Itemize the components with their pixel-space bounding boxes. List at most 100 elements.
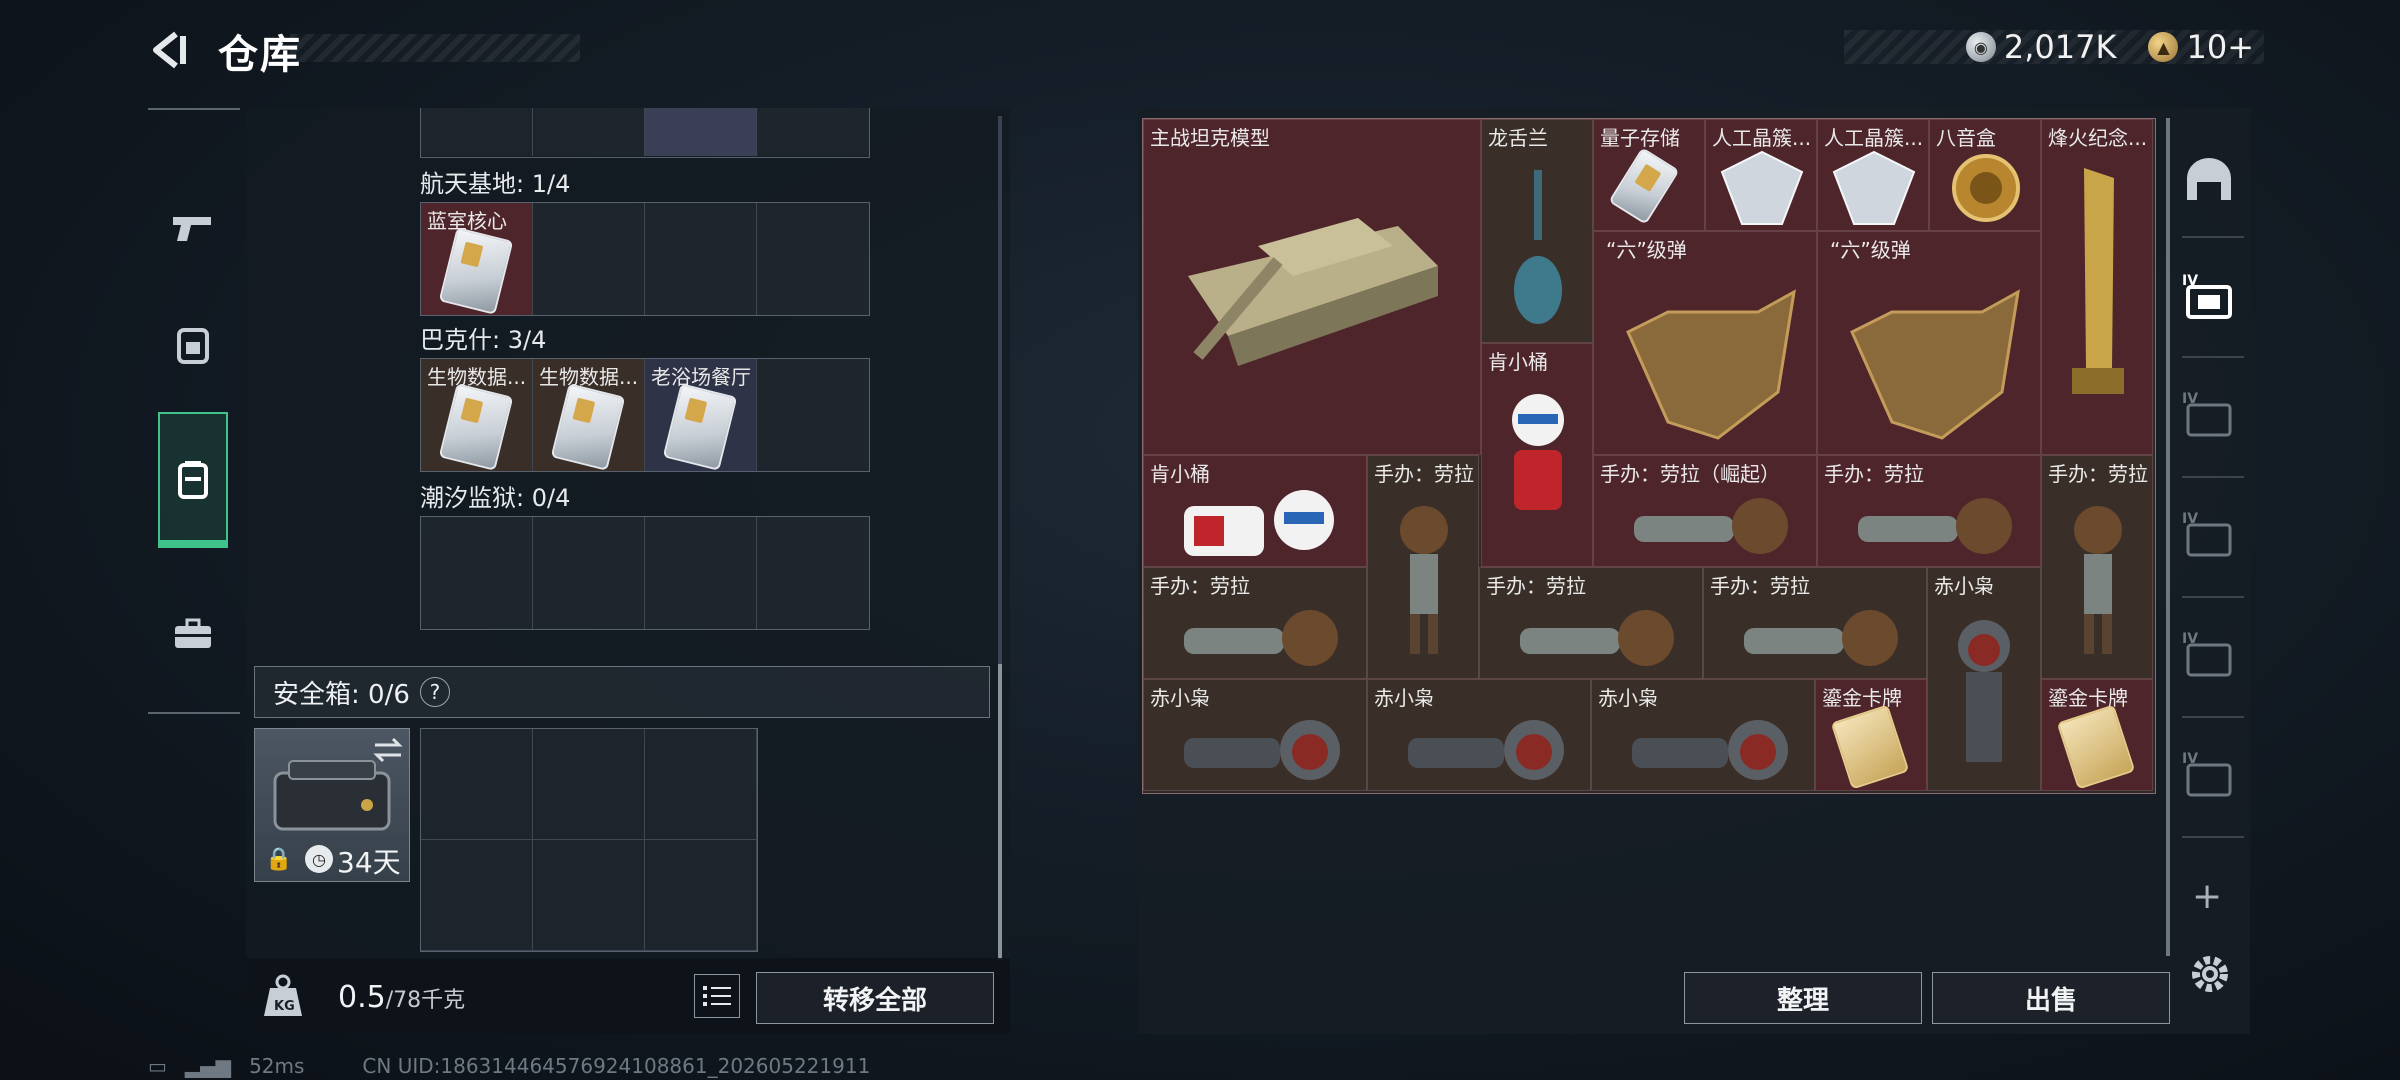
slot-empty[interactable] <box>533 840 645 951</box>
slot-item[interactable]: 老浴场餐厅 <box>645 359 757 471</box>
slot-empty[interactable] <box>533 517 645 629</box>
separator <box>2182 716 2244 718</box>
add-stash-icon[interactable]: + <box>2192 876 2222 917</box>
tab-stash-4b[interactable]: IV <box>2180 384 2238 444</box>
list-icon <box>703 986 731 1006</box>
gold-card-icon <box>1830 704 1910 790</box>
back-button[interactable] <box>146 28 190 72</box>
item-gold-card-2[interactable]: 鎏金卡牌 <box>2041 679 2153 791</box>
hooded-figure-icon <box>1958 620 2010 762</box>
slot-empty[interactable] <box>645 840 757 951</box>
settings-gear-icon[interactable] <box>2186 950 2234 998</box>
crystal-icon <box>1832 150 1916 225</box>
list-view-button[interactable] <box>694 974 740 1018</box>
tab-stash-home[interactable] <box>2180 150 2238 210</box>
figure-icon <box>2074 506 2122 654</box>
safe-box-item[interactable]: 🔒 ◷ 34天 <box>254 728 410 882</box>
slot-empty[interactable] <box>645 729 757 840</box>
item-chixiao-3[interactable]: 赤小枭 <box>1367 679 1591 791</box>
item-longshelan[interactable]: 龙舌兰 <box>1481 119 1593 343</box>
item-laura-6[interactable]: 手办：劳拉 <box>1703 567 1927 679</box>
transfer-all-button[interactable]: 转移全部 <box>756 972 994 1024</box>
slot-empty[interactable] <box>421 840 533 951</box>
item-name: 鎏金卡牌 <box>1822 686 1902 710</box>
item-gold-card-1[interactable]: 鎏金卡牌 <box>1815 679 1927 791</box>
item-chixiao-2[interactable]: 赤小枭 <box>1143 679 1367 791</box>
silver-coin-icon: ◉ <box>1965 32 1996 62</box>
nav-container[interactable] <box>158 412 228 548</box>
separator <box>2182 476 2244 478</box>
lock-icon: 🔒 <box>265 847 293 872</box>
slot-empty[interactable] <box>757 203 869 315</box>
left-scrollbar-thumb[interactable] <box>998 664 1002 960</box>
item-chixiao-4[interactable]: 赤小枭 <box>1591 679 1815 791</box>
item-fenghuo[interactable]: 烽火纪念... <box>2041 119 2153 455</box>
item-laura-5[interactable]: 手办：劳拉 <box>1479 567 1703 679</box>
item-liuji-1[interactable]: “六”级弹 <box>1593 231 1817 455</box>
item-name: 龙舌兰 <box>1488 126 1548 150</box>
tab-stash-4d[interactable]: IV <box>2180 624 2238 684</box>
slot-item[interactable]: 生物数据... <box>421 359 533 471</box>
item-tank[interactable]: 主战坦克模型 <box>1143 119 1481 455</box>
slot-item[interactable]: 生物数据... <box>533 359 645 471</box>
item-name: 蓝室核心 <box>427 209 507 233</box>
item-laura-3[interactable]: 手办：劳拉 <box>2041 455 2153 679</box>
back-arrow-icon <box>153 31 186 69</box>
item-laura-rise[interactable]: 手办：劳拉（崛起） <box>1593 455 1817 567</box>
signal-icon: ▂▄▆ <box>184 1054 232 1078</box>
keycard-icon <box>438 227 514 315</box>
slot-empty[interactable] <box>533 203 645 315</box>
figure-icon <box>1400 506 1448 654</box>
slot-empty[interactable] <box>645 517 757 629</box>
item-laura-1[interactable]: 手办：劳拉 <box>1367 455 1479 679</box>
stash-folder-icon: IV <box>2182 391 2232 437</box>
hooded-figure-lying-icon <box>1408 720 1564 780</box>
item-crystal-1[interactable]: 人工晶簇... <box>1705 119 1817 231</box>
slot[interactable] <box>421 108 533 156</box>
svg-text:KG: KG <box>274 999 295 1014</box>
item-liuji-2[interactable]: “六”级弹 <box>1817 231 2041 455</box>
figure-lying-icon <box>1184 610 1338 666</box>
slot-empty[interactable] <box>533 729 645 840</box>
slot[interactable] <box>645 108 757 156</box>
gold-coin-icon: ▲ <box>2148 32 2179 62</box>
battery-icon: ▭ <box>148 1054 167 1078</box>
slot[interactable] <box>757 108 869 156</box>
slot-row-partial <box>420 108 870 158</box>
slot[interactable] <box>533 108 645 156</box>
uid-text: CN UID:1863144645769241088​61_2026052219… <box>362 1054 871 1078</box>
item-chixiao-tall[interactable]: 赤小枭 <box>1927 567 2041 791</box>
separator <box>2182 596 2244 598</box>
item-laura-4[interactable]: 手办：劳拉 <box>1143 567 1367 679</box>
item-quantum[interactable]: 量子存储 <box>1593 119 1705 231</box>
item-kentong-wide[interactable]: 肯小桶 <box>1143 455 1367 567</box>
nav-backpack[interactable] <box>158 276 228 412</box>
tab-stash-4e[interactable]: IV <box>2180 744 2238 804</box>
stash-folder-icon: IV <box>2182 631 2232 677</box>
help-icon[interactable]: ? <box>419 677 450 707</box>
keycard-icon <box>550 383 626 471</box>
item-laura-2[interactable]: 手办：劳拉 <box>1817 455 2041 567</box>
slot-empty[interactable] <box>645 203 757 315</box>
sell-button[interactable]: 出售 <box>1932 972 2170 1024</box>
nav-case[interactable] <box>158 566 228 702</box>
tab-stash-4[interactable]: IV <box>2180 266 2238 326</box>
item-music-box[interactable]: 八音盒 <box>1929 119 2041 231</box>
trophy-icon <box>2072 168 2124 394</box>
tab-stash-4c[interactable]: IV <box>2180 504 2238 564</box>
swap-icon[interactable] <box>373 737 403 763</box>
sort-button[interactable]: 整理 <box>1684 972 1922 1024</box>
slot-empty[interactable] <box>421 729 533 840</box>
item-kentong-tall[interactable]: 肯小桶 <box>1481 343 1593 567</box>
slot-empty[interactable] <box>757 359 869 471</box>
slot-row-bakshi: 生物数据... 生物数据... 老浴场餐厅 <box>420 358 870 472</box>
figure-lying-icon <box>1858 498 2012 554</box>
item-crystal-2[interactable]: 人工晶簇... <box>1817 119 1929 231</box>
slot-empty[interactable] <box>757 517 869 629</box>
crystal-icon <box>1720 150 1804 225</box>
stash-folder-icon: IV <box>2182 273 2232 319</box>
slot-empty[interactable] <box>421 517 533 629</box>
briefcase-icon <box>175 618 211 648</box>
slot-item[interactable]: 蓝室核心 <box>421 203 533 315</box>
right-scrollbar[interactable] <box>2166 118 2170 956</box>
